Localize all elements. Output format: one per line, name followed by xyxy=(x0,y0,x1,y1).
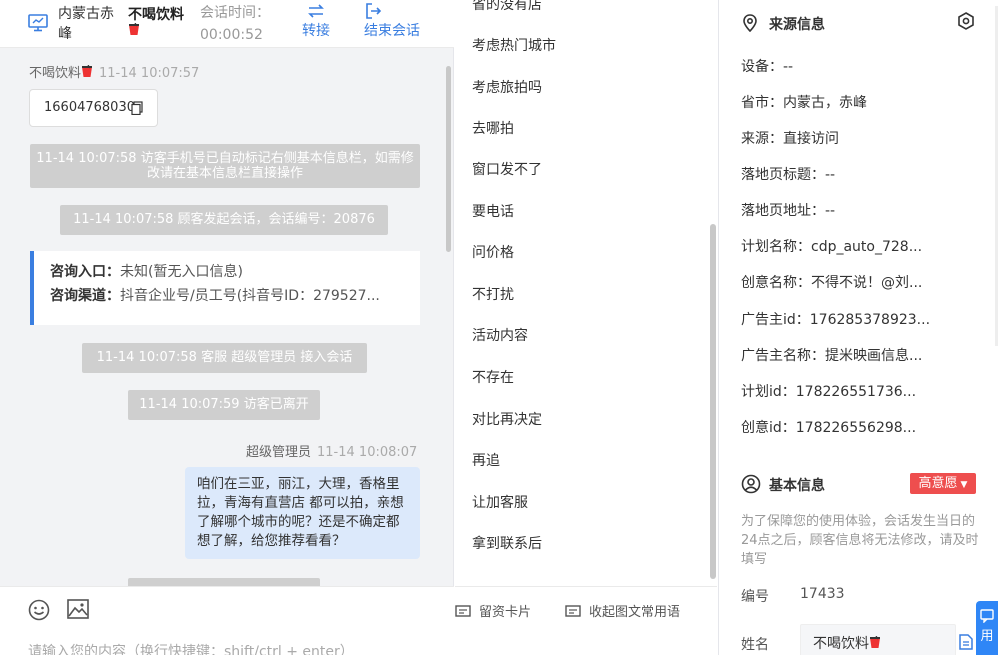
number-label: 编号 xyxy=(741,589,769,605)
phrase-item[interactable]: 拿到联系后 xyxy=(472,533,542,553)
visitor-timestamp: 11-14 10:07:57 xyxy=(99,66,200,81)
basic-info-title: 基本信息 xyxy=(769,478,825,494)
phrase-item[interactable]: 不存在 xyxy=(472,367,514,387)
source-landing-url: 落地页地址：-- xyxy=(741,203,836,219)
quick-phrase-list: 省的没有店 考虑热门城市 考虑旅拍吗 去哪拍 窗口发不了 要电话 问价格 不打扰… xyxy=(455,0,717,586)
system-message-auto-mark: 11-14 10:07:58 访客手机号已自动标记右侧基本信息栏，如需修改请在基… xyxy=(30,144,420,188)
chat-bubble-icon xyxy=(980,609,994,623)
reserve-card-button[interactable]: 留资卡片 xyxy=(455,601,531,620)
visitor-location: 内蒙古赤峰 xyxy=(58,6,114,42)
visitor-info-pane: 来源信息 设备：-- 省市：内蒙古，赤峰 来源：直接访问 落地页标题：-- 落地… xyxy=(718,0,998,655)
transfer-icon xyxy=(308,4,324,18)
side-float-button[interactable]: 用 xyxy=(976,601,998,655)
end-session-button[interactable]: 结束会话 xyxy=(364,2,420,40)
user-circle-icon xyxy=(741,474,761,494)
visitor-name-text: 不喝饮料 xyxy=(128,7,184,23)
intent-level-label: 高意愿 xyxy=(918,476,958,491)
phrase-item[interactable]: 考虑旅拍吗 xyxy=(472,77,542,97)
transfer-label: 转接 xyxy=(302,23,330,39)
bottom-toolbar: 留资卡片 收起图文常用语 xyxy=(455,586,717,655)
phrase-item[interactable]: 窗口发不了 xyxy=(472,159,542,179)
phrase-item[interactable]: 再追 xyxy=(472,450,500,470)
cup-icon xyxy=(82,65,93,77)
copy-icon[interactable] xyxy=(131,101,143,115)
chat-header: 内蒙古赤峰 不喝饮料 会话时间： 00:00:52 转接 结束会话 xyxy=(0,0,454,48)
name-label: 姓名 xyxy=(741,637,769,653)
settings-icon[interactable] xyxy=(957,12,975,30)
side-float-label: 用 xyxy=(980,629,994,644)
monitor-icon xyxy=(28,14,48,32)
phrase-item[interactable]: 问价格 xyxy=(472,242,514,262)
consult-info-card: 咨询入口：未知(暂无入口信息) 咨询渠道：抖音企业号/员工号(抖音号ID：279… xyxy=(30,251,420,325)
message-card-icon xyxy=(565,605,581,617)
system-message-visitor-left: 11-14 10:07:59 访客已离开 xyxy=(128,390,320,420)
cup-icon xyxy=(870,636,880,648)
source-landing-title: 落地页标题：-- xyxy=(741,167,836,183)
source-plan-id: 计划id：178226551736... xyxy=(741,384,917,400)
chat-scrollbar[interactable] xyxy=(446,66,451,252)
consult-entry-label: 咨询入口： xyxy=(50,264,120,280)
phrase-item[interactable]: 不打扰 xyxy=(472,284,514,304)
transfer-button[interactable]: 转接 xyxy=(302,2,330,40)
system-message-agent-join: 11-14 10:07:58 客服 超级管理员 接入会话 xyxy=(82,343,367,373)
end-session-label: 结束会话 xyxy=(364,23,420,39)
source-creative-name: 创意名称：不得不说！@刘... xyxy=(741,275,923,291)
agent-sender: 超级管理员 xyxy=(246,445,312,460)
basic-info-note: 为了保障您的使用体验，会话发生当日的24点之后，顾客信息将无法修改，请及时填写 xyxy=(741,514,979,567)
agent-message: 咱们在三亚，丽江，大理，香格里拉，青海有直营店 都可以拍，亲想了解哪个城市的呢？… xyxy=(185,467,420,559)
visitor-name: 不喝饮料 xyxy=(128,8,188,39)
source-device: 设备：-- xyxy=(741,59,794,75)
source-plan-name: 计划名称：cdp_auto_728... xyxy=(741,239,923,255)
visitor-message-meta: 不喝饮料 11-14 10:07:57 xyxy=(29,62,199,81)
session-time-value: 00:00:52 xyxy=(200,27,263,43)
session-time-label: 会话时间： xyxy=(200,5,270,21)
input-area: 请输入您的内容（换行快捷键：shift/ctrl + enter） xyxy=(0,586,454,655)
location-pin-icon xyxy=(743,14,757,32)
source-info-title: 来源信息 xyxy=(769,17,825,33)
source-creative-id: 创意id：178226556298... xyxy=(741,420,917,436)
collapse-phrases-label: 收起图文常用语 xyxy=(589,605,681,620)
cup-icon xyxy=(129,23,139,35)
image-icon[interactable] xyxy=(67,599,89,619)
collapse-phrases-button[interactable]: 收起图文常用语 xyxy=(565,601,680,620)
agent-message-meta: 超级管理员 11-14 10:08:07 xyxy=(246,441,417,460)
consult-channel-label: 咨询渠道： xyxy=(50,288,120,304)
phone-message: 16604768030 xyxy=(29,89,158,127)
reserve-card-label: 留资卡片 xyxy=(479,605,532,620)
logout-icon xyxy=(366,3,382,19)
phrase-scrollbar[interactable] xyxy=(710,224,716,579)
source-advertiser-name: 广告主名称：提米映画信息... xyxy=(741,348,923,364)
source-province: 省市：内蒙古，赤峰 xyxy=(741,95,867,111)
name-field[interactable]: 不喝饮料 xyxy=(800,624,956,655)
chat-pane: 内蒙古赤峰 不喝饮料 会话时间： 00:00:52 转接 结束会话 不喝饮料 11… xyxy=(0,0,454,655)
phrase-item[interactable]: 去哪拍 xyxy=(472,118,514,138)
phrase-item[interactable]: 考虑热门城市 xyxy=(472,35,556,55)
phrase-item[interactable]: 省的没有店 xyxy=(472,0,542,14)
consult-channel-row: 咨询渠道：抖音企业号/员工号(抖音号ID：279527... xyxy=(50,281,404,311)
source-advertiser-id: 广告主id：176285378923... xyxy=(741,312,931,328)
system-message-session-start: 11-14 10:07:58 顾客发起会话，会话编号：20876 xyxy=(60,205,388,235)
name-field-text: 不喝饮料 xyxy=(813,636,869,652)
consult-entry-value: 未知(暂无入口信息) xyxy=(120,264,243,280)
phrase-item[interactable]: 要电话 xyxy=(472,201,514,221)
consult-channel-value: 抖音企业号/员工号(抖音号ID：279527... xyxy=(120,288,380,304)
visitor-sender: 不喝饮料 xyxy=(29,66,82,81)
phrase-item[interactable]: 让加客服 xyxy=(472,492,528,512)
phrase-item[interactable]: 活动内容 xyxy=(472,325,528,345)
message-card-icon xyxy=(455,605,471,617)
phone-text: 16604768030 xyxy=(44,100,135,115)
intent-level-dropdown[interactable]: 高意愿 ▼ xyxy=(910,473,976,494)
number-value: 17433 xyxy=(800,586,845,602)
document-icon[interactable] xyxy=(959,634,973,650)
phrase-item[interactable]: 对比再决定 xyxy=(472,409,542,429)
agent-timestamp: 11-14 10:08:07 xyxy=(317,445,418,460)
caret-down-icon: ▼ xyxy=(960,480,968,490)
message-input[interactable]: 请输入您的内容（换行快捷键：shift/ctrl + enter） xyxy=(28,641,354,655)
emoji-icon[interactable] xyxy=(28,599,50,621)
source-origin: 来源：直接访问 xyxy=(741,131,839,147)
